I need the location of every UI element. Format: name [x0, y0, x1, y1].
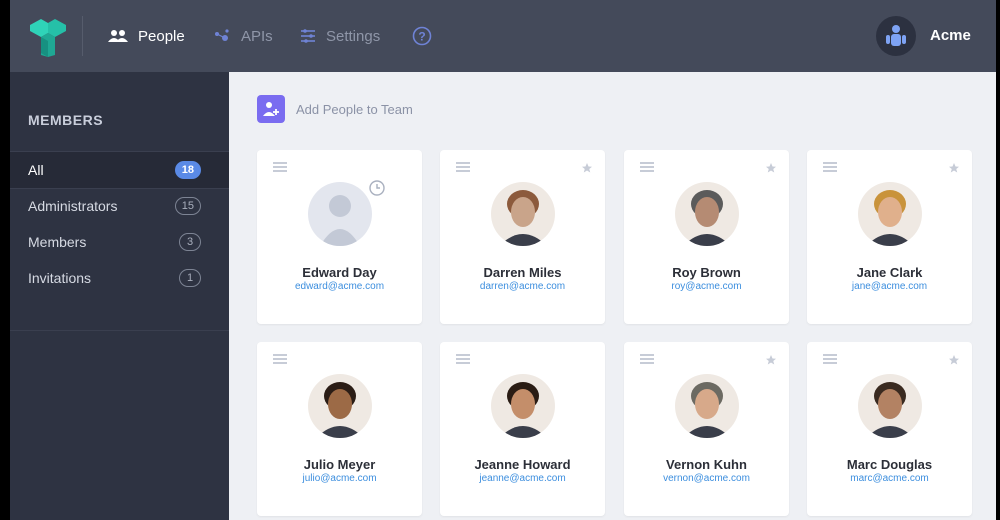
person-card[interactable]: Vernon Kuhn vernon@acme.com	[624, 342, 789, 516]
person-name: Jeanne Howard	[474, 457, 571, 472]
avatar	[490, 374, 555, 438]
person-email[interactable]: roy@acme.com	[624, 281, 789, 292]
help-icon: ?	[412, 26, 432, 46]
drag-handle-icon[interactable]	[456, 162, 470, 172]
nav-apis[interactable]: APIs	[213, 24, 273, 48]
person-name: Julio Meyer	[303, 457, 376, 472]
clock-icon	[369, 180, 385, 196]
person-card[interactable]: Darren Miles darren@acme.com	[440, 150, 605, 324]
count-badge: 18	[174, 161, 201, 179]
sidebar-item-administrators[interactable]: Administrators 15	[10, 188, 229, 224]
person-card[interactable]: Jeanne Howard jeanne@acme.com	[440, 342, 605, 516]
sidebar-divider	[10, 330, 229, 331]
top-bar: People APIs Settings ? Acme	[10, 0, 996, 72]
person-name: Jane Clark	[856, 265, 923, 280]
sidebar-item-label: Members	[28, 234, 87, 250]
count-badge: 1	[179, 269, 201, 287]
avatar	[490, 182, 555, 246]
person-email[interactable]: vernon@acme.com	[624, 473, 789, 484]
person-email[interactable]: jeanne@acme.com	[440, 473, 605, 484]
nav-people-label: People	[138, 27, 185, 45]
avatar	[307, 182, 372, 246]
main-content: Add People to Team Edward Day edward@acme…	[229, 72, 996, 520]
star-icon[interactable]	[948, 162, 960, 174]
sidebar-item-label: Invitations	[28, 270, 92, 286]
person-card[interactable]: Roy Brown roy@acme.com	[624, 150, 789, 324]
apis-icon	[215, 29, 229, 41]
add-people-button[interactable]: Add People to Team	[257, 95, 413, 123]
person-name: Darren Miles	[483, 265, 562, 280]
person-card[interactable]: Julio Meyer julio@acme.com	[257, 342, 422, 516]
drag-handle-icon[interactable]	[640, 162, 654, 172]
person-email[interactable]: darren@acme.com	[440, 281, 605, 292]
person-name: Edward Day	[302, 265, 377, 280]
people-icon	[108, 30, 128, 42]
avatar	[674, 374, 739, 438]
account-avatar[interactable]	[876, 16, 916, 56]
sidebar: MEMBERS All 18 Administrators 15 Members…	[10, 72, 229, 520]
sidebar-item-label: All	[28, 162, 44, 178]
nav-people[interactable]: People	[108, 24, 185, 48]
star-icon[interactable]	[765, 354, 777, 366]
star-icon[interactable]	[581, 162, 593, 174]
person-email[interactable]: marc@acme.com	[807, 473, 972, 484]
drag-handle-icon[interactable]	[456, 354, 470, 364]
add-user-icon	[257, 95, 285, 123]
drag-handle-icon[interactable]	[823, 162, 837, 172]
sidebar-item-invitations[interactable]: Invitations 1	[10, 260, 229, 296]
account-name[interactable]: Acme	[930, 27, 971, 44]
star-icon[interactable]	[765, 162, 777, 174]
logo-icon[interactable]	[28, 17, 68, 57]
drag-handle-icon[interactable]	[273, 354, 287, 364]
nav-settings-label: Settings	[326, 27, 381, 45]
nav-help[interactable]: ?	[412, 24, 442, 48]
team-icon	[886, 25, 906, 46]
drag-handle-icon[interactable]	[823, 354, 837, 364]
person-name: Vernon Kuhn	[666, 457, 747, 472]
person-email[interactable]: jane@acme.com	[807, 281, 972, 292]
settings-sliders-icon	[301, 29, 315, 43]
add-people-label: Add People to Team	[296, 101, 413, 117]
nav-apis-label: APIs	[241, 27, 273, 45]
count-badge: 3	[179, 233, 201, 251]
sidebar-title: MEMBERS	[28, 112, 104, 128]
avatar	[307, 374, 372, 438]
sidebar-item-all[interactable]: All 18	[10, 152, 229, 188]
nav-settings[interactable]: Settings	[300, 24, 380, 48]
count-badge: 15	[174, 197, 201, 215]
person-card[interactable]: Jane Clark jane@acme.com	[807, 150, 972, 324]
sidebar-item-label: Administrators	[28, 198, 118, 214]
person-email[interactable]: edward@acme.com	[257, 281, 422, 292]
avatar	[857, 374, 922, 438]
person-email[interactable]: julio@acme.com	[257, 473, 422, 484]
person-name: Roy Brown	[672, 265, 741, 280]
sidebar-item-members[interactable]: Members 3	[10, 224, 229, 260]
svg-text:?: ?	[418, 30, 425, 44]
app-window: People APIs Settings ? Acme MEMBERS All …	[10, 0, 996, 520]
drag-handle-icon[interactable]	[640, 354, 654, 364]
top-divider	[82, 16, 83, 56]
person-name: Marc Douglas	[846, 457, 933, 472]
person-card[interactable]: Marc Douglas marc@acme.com	[807, 342, 972, 516]
drag-handle-icon[interactable]	[273, 162, 287, 172]
avatar	[857, 182, 922, 246]
person-card[interactable]: Edward Day edward@acme.com	[257, 150, 422, 324]
star-icon[interactable]	[948, 354, 960, 366]
avatar	[674, 182, 739, 246]
